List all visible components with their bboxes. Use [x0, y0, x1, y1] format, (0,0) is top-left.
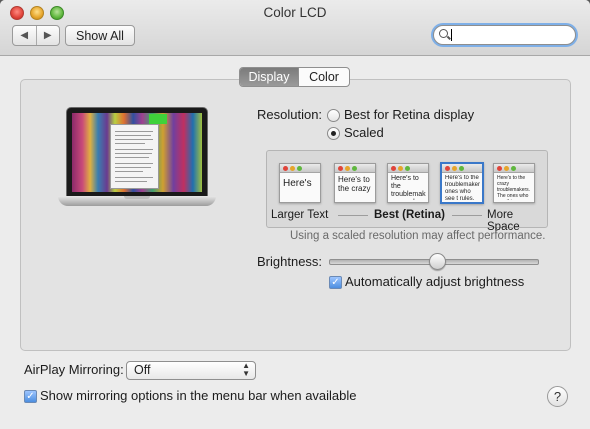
tab-display[interactable]: Display — [240, 68, 299, 86]
scale-label-best-retina: Best (Retina) — [374, 209, 445, 221]
scale-preview-text: Here's to the crazy troublemakers. The o… — [497, 175, 531, 200]
forward-arrow-icon[interactable]: ▶ — [35, 26, 60, 45]
laptop-base — [58, 196, 216, 206]
scale-preview-text: Here's — [283, 178, 312, 189]
tab-color[interactable]: Color — [299, 68, 349, 86]
scale-labels: Larger Text Best (Retina) More Space — [266, 209, 546, 233]
scale-label-larger-text: Larger Text — [271, 209, 329, 221]
laptop-screen — [66, 107, 208, 197]
text-caret — [451, 29, 452, 41]
scale-preview-text: Here's to the troublemake ones who se — [391, 175, 426, 200]
document-window-preview — [110, 124, 159, 189]
system-preferences-window: Color LCD ◀ ▶ Show All Display Color Res… — [0, 0, 590, 429]
search-icon — [439, 29, 448, 38]
mirroring-menu-checkbox[interactable]: ✓ — [24, 390, 37, 403]
auto-brightness-checkbox[interactable]: ✓ — [329, 276, 342, 289]
airplay-mirroring-select[interactable]: Off ▲ ▼ — [126, 361, 256, 380]
scale-option-4[interactable]: Here's to the troublemakers. ones who se… — [440, 162, 484, 204]
macbook-illustration — [58, 107, 216, 217]
best-for-retina-label[interactable]: Best for Retina display — [344, 107, 474, 122]
scale-option-2[interactable]: Here's to the crazy — [334, 163, 376, 203]
wallpaper-green-block — [149, 114, 167, 124]
radio-best-for-retina[interactable] — [327, 109, 340, 122]
auto-brightness-label[interactable]: Automatically adjust brightness — [345, 274, 524, 289]
performance-note: Using a scaled resolution may affect per… — [290, 230, 546, 242]
scale-divider-left — [338, 215, 368, 216]
titlebar: Color LCD ◀ ▶ Show All — [0, 0, 590, 56]
scale-divider-right — [452, 215, 482, 216]
scale-option-5[interactable]: Here's to the crazy troublemakers. The o… — [493, 163, 535, 203]
back-arrow-icon[interactable]: ◀ — [13, 26, 36, 45]
show-all-button[interactable]: Show All — [65, 25, 135, 46]
search-field[interactable] — [433, 25, 576, 45]
resolution-label: Resolution: — [257, 107, 323, 122]
scale-option-1[interactable]: Here's — [279, 163, 321, 203]
scale-preview-text: Here's to the crazy — [338, 175, 371, 193]
airplay-selected-value: Off — [134, 363, 151, 377]
mirroring-menu-label[interactable]: Show mirroring options in the menu bar w… — [40, 388, 357, 403]
help-button[interactable]: ? — [547, 386, 568, 407]
radio-scaled[interactable] — [327, 127, 340, 140]
airplay-mirroring-label: AirPlay Mirroring: — [24, 362, 124, 377]
popup-arrows-icon: ▲ ▼ — [242, 361, 250, 378]
window-title: Color LCD — [263, 5, 327, 20]
scale-option-3[interactable]: Here's to the troublemake ones who se — [387, 163, 429, 203]
scaled-label[interactable]: Scaled — [344, 125, 384, 140]
brightness-label: Brightness: — [257, 254, 323, 269]
back-forward-control: ◀ ▶ — [12, 25, 60, 46]
scale-preview-text: Here's to the troublemakers. ones who se… — [445, 175, 480, 200]
tab-bar: Display Color — [239, 67, 350, 87]
